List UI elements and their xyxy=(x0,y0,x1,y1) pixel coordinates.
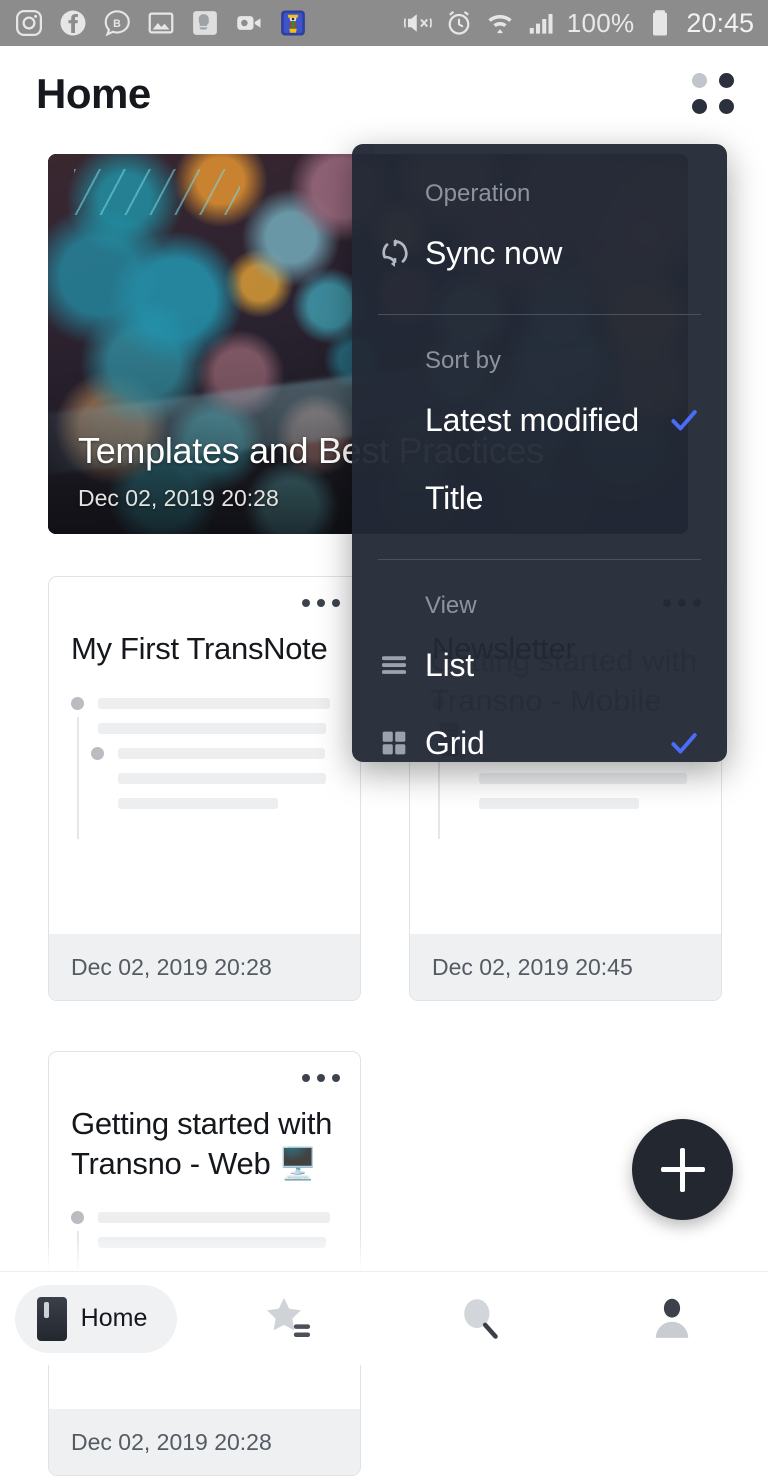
skeleton-line xyxy=(98,697,330,709)
menu-item-sync-now[interactable]: Sync now xyxy=(352,214,727,292)
menu-item-label: Latest modified xyxy=(425,401,640,438)
menu-item-grid[interactable]: Grid xyxy=(352,704,727,762)
more-horizontal-icon[interactable] xyxy=(302,1074,340,1082)
grid-dot-1 xyxy=(692,72,707,88)
dot xyxy=(332,599,340,607)
note-card-footer: Dec 02, 2019 20:28 xyxy=(49,934,360,1000)
search-icon xyxy=(464,1298,498,1339)
menu-corner xyxy=(352,144,374,166)
battery-icon xyxy=(653,10,668,36)
note-card-footer: Dec 02, 2019 20:28 xyxy=(49,1409,360,1475)
skeleton-indent-line xyxy=(77,716,79,839)
nav-item-favorites[interactable] xyxy=(192,1272,384,1365)
bottom-navigation: Home xyxy=(0,1271,768,1365)
page-title: Home xyxy=(36,69,151,117)
profile-icon xyxy=(655,1298,689,1338)
menu-item-check-placeholder xyxy=(667,481,701,515)
nav-home-pill[interactable]: Home xyxy=(14,1284,178,1353)
note-card-date: Dec 02, 2019 20:45 xyxy=(432,953,633,980)
skeleton-bullet xyxy=(71,696,84,710)
grid-dot-3 xyxy=(692,98,707,114)
skeleton-line xyxy=(479,797,639,809)
menu-section-label-operation: Operation xyxy=(425,180,531,207)
scroll-fade xyxy=(0,1235,768,1271)
skeleton-line xyxy=(98,1212,330,1224)
dot xyxy=(302,599,310,607)
check-icon xyxy=(671,410,697,431)
check-icon xyxy=(671,733,697,754)
menu-item-check-placeholder xyxy=(667,648,701,682)
nav-home-label: Home xyxy=(80,1304,148,1332)
skeleton-line xyxy=(98,722,326,734)
facebook-icon xyxy=(60,10,86,36)
menu-section-label-sortby: Sort by xyxy=(425,347,502,374)
note-card-footer: Dec 02, 2019 20:45 xyxy=(410,934,721,1000)
note-card-date: Dec 02, 2019 20:28 xyxy=(71,953,272,980)
app-header: Home xyxy=(0,46,768,141)
sync-icon xyxy=(378,236,425,270)
grid-dots-icon[interactable] xyxy=(692,72,734,115)
wifi-icon xyxy=(488,14,512,34)
list-icon xyxy=(378,649,425,681)
grid-dot-2 xyxy=(719,72,734,88)
add-note-fab[interactable] xyxy=(632,1119,733,1220)
menu-item-list[interactable]: List xyxy=(352,626,727,704)
menu-item-check-placeholder xyxy=(667,236,701,270)
chat-b-icon: B xyxy=(104,10,130,37)
menu-item-label: List xyxy=(425,646,474,683)
video-camera-icon xyxy=(237,16,261,30)
hero-photo-streaks xyxy=(73,169,240,215)
skeleton-line xyxy=(118,797,278,809)
nav-item-home[interactable]: Home xyxy=(0,1272,192,1365)
status-bar-system: 100% 20:45 xyxy=(403,8,754,39)
note-card-title: My First TransNote xyxy=(71,631,328,666)
note-card-date: Dec 02, 2019 20:28 xyxy=(71,1428,272,1455)
status-bar-notifications: B xyxy=(14,8,308,38)
svg-text:B: B xyxy=(113,18,121,30)
options-menu[interactable]: Operation Sync now Sort by Latest modifi… xyxy=(352,144,727,762)
note-card-title: Getting started with Transno - Web 🖥️ xyxy=(71,1106,333,1181)
plus-icon-vertical xyxy=(680,1147,685,1192)
skeleton-bullet xyxy=(71,1211,84,1225)
note-preview-skeleton xyxy=(71,691,338,839)
menu-divider xyxy=(378,559,701,560)
menu-item-label: Sync now xyxy=(425,234,563,271)
note-card[interactable]: My First TransNote Dec 02, 2019 20:28 xyxy=(48,576,361,1001)
skeleton-bullet xyxy=(91,746,104,760)
card-game-icon xyxy=(281,10,305,36)
status-bar: B 100% 20:45 xyxy=(0,0,768,46)
skeleton-line xyxy=(118,747,325,759)
boxing-glove-icon xyxy=(193,11,217,35)
alarm-icon xyxy=(448,10,470,35)
dot xyxy=(317,599,325,607)
dot xyxy=(302,1074,310,1082)
menu-item-label: Grid xyxy=(425,724,485,761)
grid-icon xyxy=(378,727,425,759)
nav-item-search[interactable] xyxy=(384,1272,576,1365)
menu-item-label: Title xyxy=(425,479,484,516)
photo-icon xyxy=(148,12,174,34)
more-horizontal-icon[interactable] xyxy=(302,599,340,607)
mute-vibrate-icon xyxy=(403,14,432,32)
clock: 20:45 xyxy=(686,7,754,38)
menu-section-label-view: View xyxy=(425,592,477,619)
instagram-icon xyxy=(16,10,42,36)
skeleton-line xyxy=(479,772,687,784)
star-list-icon xyxy=(267,1297,311,1337)
menu-item-title[interactable]: Title xyxy=(352,459,727,537)
menu-item-latest-modified[interactable]: Latest modified xyxy=(352,381,727,459)
grid-dot-4 xyxy=(719,98,734,114)
dot xyxy=(332,1074,340,1082)
nav-item-profile[interactable] xyxy=(576,1272,768,1365)
dot xyxy=(317,1074,325,1082)
book-icon xyxy=(36,1296,67,1341)
menu-divider xyxy=(378,314,701,315)
battery-percent: 100% xyxy=(566,7,635,38)
skeleton-line xyxy=(118,772,326,784)
signal-icon xyxy=(529,14,553,34)
